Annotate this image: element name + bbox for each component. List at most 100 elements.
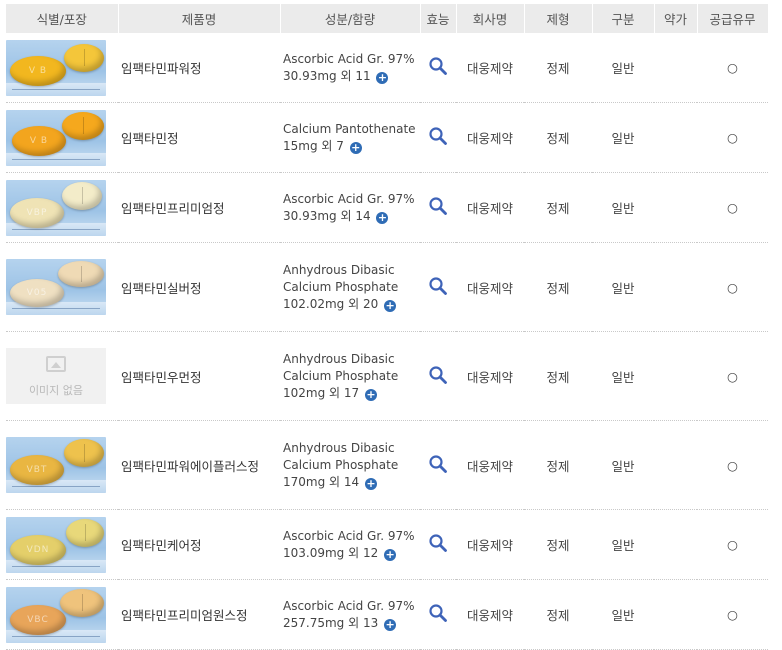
category: 일반 <box>592 509 654 580</box>
dosage-form: 정제 <box>524 420 592 510</box>
ingredient-line-3: 102.02mg 외 20 + <box>283 296 420 313</box>
efficacy-cell <box>420 509 456 580</box>
ingredient-cell: Ascorbic Acid Gr. 97% 103.09mg 외 12 + <box>280 509 420 580</box>
plus-circle-icon[interactable]: + <box>364 477 377 490</box>
plus-circle-icon[interactable]: + <box>364 388 377 401</box>
pill-imprint: VBC <box>27 614 49 625</box>
supply-status: ○ <box>697 579 768 650</box>
company-name: 대웅제약 <box>456 579 524 650</box>
ingredient-amount: 30.93mg 외 11 <box>283 68 371 83</box>
image-cell: VDN <box>6 509 118 580</box>
search-icon[interactable] <box>428 276 448 296</box>
no-image-text: 이미지 없음 <box>28 384 84 397</box>
pill-image[interactable]: VDN <box>6 516 106 573</box>
ingredient-line-1: Anhydrous Dibasic <box>283 440 395 455</box>
efficacy-cell <box>420 420 456 510</box>
dosage-form: 정제 <box>524 172 592 243</box>
company-name: 대웅제약 <box>456 102 524 173</box>
product-name[interactable]: 임팩타민우먼정 <box>118 331 280 421</box>
efficacy-cell <box>420 331 456 421</box>
ingredient-line-1: Ascorbic Acid Gr. 97% <box>283 528 415 543</box>
plus-circle-icon[interactable]: + <box>349 141 362 154</box>
pill-image[interactable]: VBC <box>6 586 106 643</box>
plus-circle-icon[interactable]: + <box>384 299 397 312</box>
ingredient-line-1: Calcium Pantothenate <box>283 121 416 136</box>
drug-table: 식별/포장 제품명 성분/함량 효능 회사명 제형 구분 약가 공급유무 V B… <box>6 4 769 650</box>
ingredient-amount: 30.93mg 외 14 <box>283 208 371 223</box>
price <box>654 331 697 421</box>
dosage-form: 정제 <box>524 33 592 103</box>
header-image: 식별/포장 <box>6 4 119 33</box>
pill-image[interactable]: VBP <box>6 179 106 236</box>
header-efficacy: 효능 <box>420 4 457 33</box>
ingredient-line-3: 257.75mg 외 13 + <box>283 615 420 632</box>
category: 일반 <box>592 33 654 103</box>
product-name[interactable]: 임팩타민실버정 <box>118 242 280 332</box>
dosage-form: 정제 <box>524 331 592 421</box>
product-name[interactable]: 임팩타민케어정 <box>118 509 280 580</box>
supply-status: ○ <box>697 242 768 332</box>
header-company: 회사명 <box>456 4 525 33</box>
table-row[interactable]: V B 임팩타민파워정 Ascorbic Acid Gr. 97% 30.93m… <box>6 33 768 103</box>
search-icon[interactable] <box>428 603 448 623</box>
plus-circle-icon[interactable]: + <box>376 211 389 224</box>
product-name[interactable]: 임팩타민파워정 <box>118 33 280 103</box>
ingredient-amount: 102.02mg 외 20 <box>283 296 379 311</box>
search-icon[interactable] <box>428 454 448 474</box>
table-row[interactable]: VBT 임팩타민파워에이플러스정 Anhydrous Dibasic Calci… <box>6 420 768 510</box>
supply-status: ○ <box>697 509 768 580</box>
price <box>654 33 697 103</box>
company-name: 대웅제약 <box>456 242 524 332</box>
pill-image[interactable]: V B <box>6 39 106 96</box>
search-icon[interactable] <box>428 365 448 385</box>
table-row[interactable]: VBC 임팩타민프리미엄원스정 Ascorbic Acid Gr. 97% 25… <box>6 579 768 650</box>
header-category: 구분 <box>592 4 655 33</box>
ingredient-line-1: Anhydrous Dibasic <box>283 351 395 366</box>
table-row[interactable]: V B 임팩타민정 Calcium Pantothenate 15mg 외 7 … <box>6 102 768 173</box>
product-name[interactable]: 임팩타민프리미엄원스정 <box>118 579 280 650</box>
search-icon[interactable] <box>428 533 448 553</box>
pill-image[interactable]: VBT <box>6 437 106 493</box>
product-name[interactable]: 임팩타민정 <box>118 102 280 173</box>
image-cell: VBP <box>6 172 118 243</box>
efficacy-cell <box>420 33 456 103</box>
pill-imprint: VBT <box>26 465 48 475</box>
search-icon[interactable] <box>428 196 448 216</box>
pill-imprint: V05 <box>26 288 48 298</box>
header-ingredient: 성분/함량 <box>280 4 421 33</box>
image-cell: V05 <box>6 242 118 332</box>
efficacy-cell <box>420 172 456 243</box>
table-row[interactable]: 이미지 없음 임팩타민우먼정 Anhydrous Dibasic Calcium… <box>6 331 768 421</box>
table-row[interactable]: VDN 임팩타민케어정 Ascorbic Acid Gr. 97% 103.09… <box>6 509 768 580</box>
pill-image[interactable]: V05 <box>6 259 106 315</box>
product-name[interactable]: 임팩타민파워에이플러스정 <box>118 420 280 510</box>
image-cell: VBC <box>6 579 118 650</box>
company-name: 대웅제약 <box>456 331 524 421</box>
pill-image[interactable]: V B <box>6 109 106 166</box>
category: 일반 <box>592 579 654 650</box>
plus-circle-icon[interactable]: + <box>384 618 397 631</box>
company-name: 대웅제약 <box>456 509 524 580</box>
plus-circle-icon[interactable]: + <box>376 71 389 84</box>
ingredient-line-3: 170mg 외 14 + <box>283 474 420 491</box>
ingredient-amount: 170mg 외 14 <box>283 474 360 489</box>
supply-status: ○ <box>697 172 768 243</box>
product-name[interactable]: 임팩타민프리미엄정 <box>118 172 280 243</box>
image-icon <box>46 356 66 372</box>
header-form: 제형 <box>524 4 593 33</box>
category: 일반 <box>592 102 654 173</box>
price <box>654 579 697 650</box>
header-price: 약가 <box>654 4 698 33</box>
dosage-form: 정제 <box>524 509 592 580</box>
image-cell: 이미지 없음 <box>6 331 118 421</box>
search-icon[interactable] <box>428 126 448 146</box>
table-row[interactable]: VBP 임팩타민프리미엄정 Ascorbic Acid Gr. 97% 30.9… <box>6 172 768 243</box>
company-name: 대웅제약 <box>456 420 524 510</box>
header-supply: 공급유무 <box>697 4 769 33</box>
table-row[interactable]: V05 임팩타민실버정 Anhydrous Dibasic Calcium Ph… <box>6 242 768 332</box>
search-icon[interactable] <box>428 56 448 76</box>
plus-circle-icon[interactable]: + <box>384 548 397 561</box>
ingredient-line-3: 15mg 외 7 + <box>283 138 420 155</box>
ingredient-line-1: Ascorbic Acid Gr. 97% <box>283 191 415 206</box>
pill-imprint: V B <box>28 65 48 76</box>
